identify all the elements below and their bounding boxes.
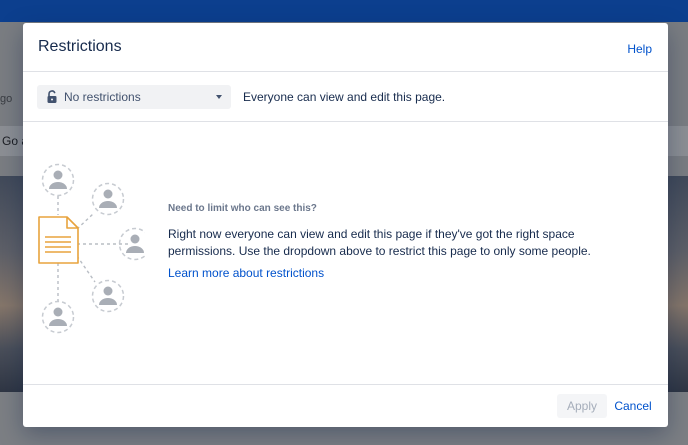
footer-divider bbox=[23, 384, 668, 385]
content-divider bbox=[23, 121, 668, 122]
info-heading: Need to limit who can see this? bbox=[168, 203, 317, 214]
restrictions-dialog: Restrictions Help No restrictions Everyo… bbox=[23, 23, 668, 427]
dialog-title: Restrictions bbox=[38, 38, 122, 55]
header-divider bbox=[23, 71, 668, 72]
restriction-select-value: No restrictions bbox=[64, 90, 141, 104]
apply-button[interactable]: Apply bbox=[557, 394, 607, 418]
document-icon bbox=[38, 216, 79, 264]
info-body: Right now everyone can view and edit thi… bbox=[168, 227, 591, 258]
learn-more-link[interactable]: Learn more about restrictions bbox=[168, 266, 324, 280]
restriction-description: Everyone can view and edit this page. bbox=[243, 90, 446, 104]
unlock-icon bbox=[47, 90, 57, 103]
app-header bbox=[0, 0, 688, 22]
chevron-down-icon bbox=[216, 95, 222, 99]
background-text: go bbox=[0, 93, 13, 105]
restriction-select[interactable]: No restrictions bbox=[37, 85, 231, 109]
cancel-button[interactable]: Cancel bbox=[611, 394, 655, 418]
help-link[interactable]: Help bbox=[627, 42, 652, 56]
restrictions-illustration bbox=[38, 163, 145, 334]
